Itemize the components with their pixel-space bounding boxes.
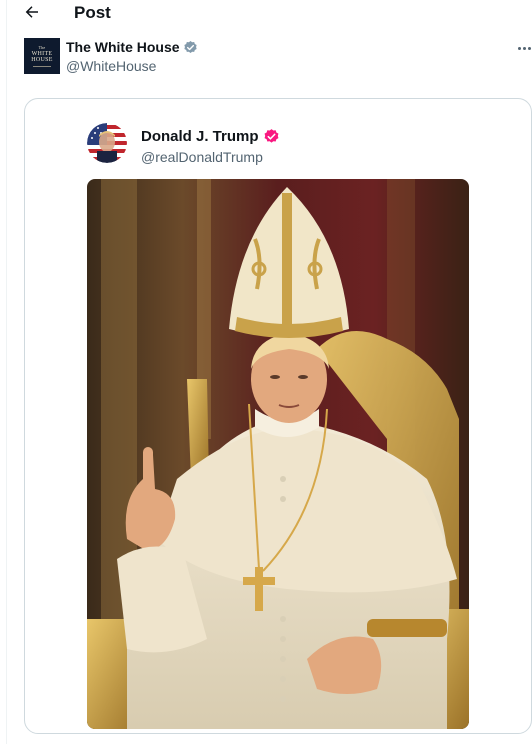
flag-portrait-icon — [87, 123, 127, 163]
avatar-rule — [33, 65, 51, 67]
more-dot — [517, 46, 521, 50]
arrow-left-icon — [25, 6, 38, 18]
quoted-post-card[interactable]: Donald J. Trump @realDonaldTrump — [24, 98, 532, 734]
post-header: Post — [0, 0, 532, 28]
more-dot — [527, 46, 531, 50]
post-image[interactable] — [87, 179, 469, 729]
more-dot — [522, 46, 526, 50]
quoted-author-name-row: Donald J. Trump — [141, 126, 280, 146]
page-title: Post — [74, 3, 111, 22]
author-name[interactable]: The White House — [66, 39, 180, 55]
left-divider — [6, 0, 7, 744]
trump-avatar[interactable] — [87, 123, 127, 163]
verified-badge-icon — [264, 128, 278, 143]
pope-portrait-image — [87, 179, 469, 729]
back-button[interactable] — [22, 2, 42, 22]
avatar-text-main: WHITE HOUSE — [31, 50, 53, 63]
post-author: The WHITE HOUSE The White House @WhiteHo… — [24, 38, 531, 78]
author-name-row: The White House — [66, 38, 198, 56]
quoted-author-handle[interactable]: @realDonaldTrump — [141, 148, 263, 166]
verified-badge-icon — [183, 40, 197, 53]
avatar-text-top: The — [38, 44, 46, 50]
white-house-avatar[interactable]: The WHITE HOUSE — [24, 38, 60, 74]
more-options-button[interactable] — [514, 40, 532, 56]
author-handle[interactable]: @WhiteHouse — [66, 57, 156, 75]
quoted-author-name[interactable]: Donald J. Trump — [141, 128, 259, 145]
